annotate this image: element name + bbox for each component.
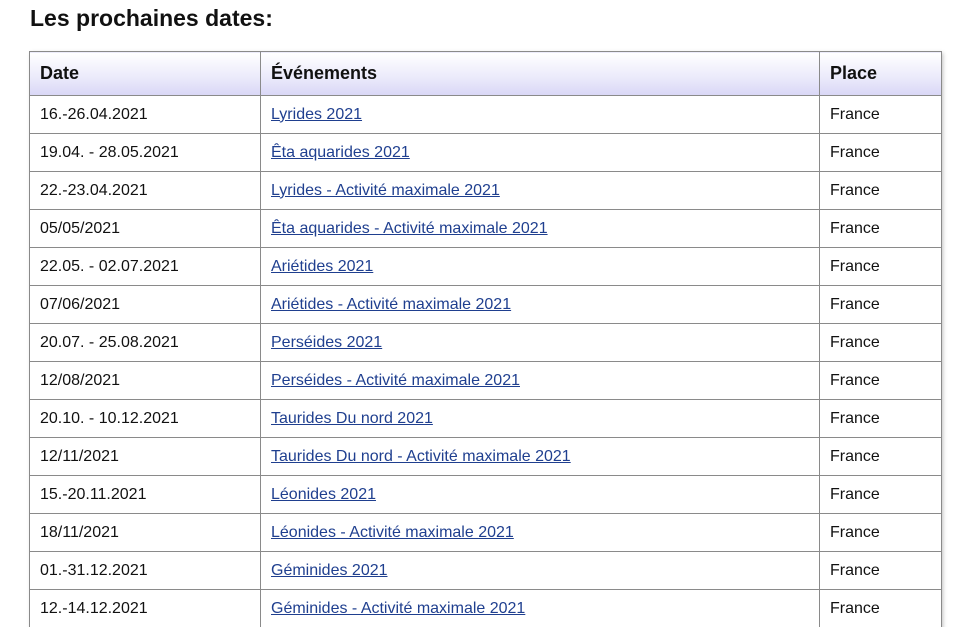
event-place-cell: France (819, 209, 942, 248)
table-row: 12.-14.12.2021 Géminides - Activité maxim… (29, 589, 942, 627)
table-row: 20.07. - 25.08.2021 Perséides 2021 France (29, 323, 942, 362)
event-name-cell: Léonides - Activité maximale 2021 (260, 513, 820, 552)
event-date-cell: 07/06/2021 (29, 285, 261, 324)
event-name-cell: Êta aquarides - Activité maximale 2021 (260, 209, 820, 248)
event-place-cell: France (819, 361, 942, 400)
event-date-cell: 16.-26.04.2021 (29, 95, 261, 134)
event-name-cell: Ariétides 2021 (260, 247, 820, 286)
event-name-cell: Êta aquarides 2021 (260, 133, 820, 172)
event-link[interactable]: Léonides - Activité maximale 2021 (271, 524, 514, 541)
page-heading: Les prochaines dates: (30, 5, 273, 31)
event-date-cell: 12/08/2021 (29, 361, 261, 400)
column-header-events: Événements (260, 51, 820, 96)
event-place-cell: France (819, 513, 942, 552)
table-row: 22.-23.04.2021 Lyrides - Activité maximal… (29, 171, 942, 210)
event-place-cell: France (819, 399, 942, 438)
events-table-container: Date Événements Place 16.-26.04.2021 Lyri… (29, 51, 942, 627)
table-row: 05/05/2021 Êta aquarides - Activité maxim… (29, 209, 942, 248)
event-place-cell: France (819, 437, 942, 476)
event-link[interactable]: Taurides Du nord - Activité maximale 202… (271, 448, 571, 465)
event-place-cell: France (819, 589, 942, 627)
event-link[interactable]: Taurides Du nord 2021 (271, 410, 433, 427)
event-date-cell: 01.-31.12.2021 (29, 551, 261, 590)
event-date-cell: 20.10. - 10.12.2021 (29, 399, 261, 438)
event-link[interactable]: Lyrides 2021 (271, 106, 362, 123)
event-link[interactable]: Ariétides - Activité maximale 2021 (271, 296, 511, 313)
event-date-cell: 22.-23.04.2021 (29, 171, 261, 210)
event-date-cell: 22.05. - 02.07.2021 (29, 247, 261, 286)
event-date-cell: 15.-20.11.2021 (29, 475, 261, 514)
event-name-cell: Lyrides 2021 (260, 95, 820, 134)
events-table-header: Date Événements Place (29, 51, 942, 96)
table-row: 07/06/2021 Ariétides - Activité maximale … (29, 285, 942, 324)
table-row: 19.04. - 28.05.2021 Êta aquarides 2021 Fra… (29, 133, 942, 172)
table-row: 18/11/2021 Léonides - Activité maximale 2… (29, 513, 942, 552)
event-link[interactable]: Perséides 2021 (271, 334, 382, 351)
event-name-cell: Perséides 2021 (260, 323, 820, 362)
event-name-cell: Lyrides - Activité maximale 2021 (260, 171, 820, 210)
event-name-cell: Taurides Du nord 2021 (260, 399, 820, 438)
table-row: 12/08/2021 Perséides - Activité maximale … (29, 361, 942, 400)
column-header-date: Date (29, 51, 261, 96)
event-place-cell: France (819, 475, 942, 514)
event-link[interactable]: Géminides 2021 (271, 562, 388, 579)
event-name-cell: Géminides 2021 (260, 551, 820, 590)
event-link[interactable]: Ariétides 2021 (271, 258, 373, 275)
event-link[interactable]: Géminides - Activité maximale 2021 (271, 600, 525, 617)
table-row: 01.-31.12.2021 Géminides 2021 France (29, 551, 942, 590)
event-place-cell: France (819, 551, 942, 590)
event-name-cell: Perséides - Activité maximale 2021 (260, 361, 820, 400)
event-date-cell: 12.-14.12.2021 (29, 589, 261, 627)
event-place-cell: France (819, 285, 942, 324)
event-place-cell: France (819, 323, 942, 362)
event-date-cell: 18/11/2021 (29, 513, 261, 552)
event-place-cell: France (819, 133, 942, 172)
event-name-cell: Géminides - Activité maximale 2021 (260, 589, 820, 627)
event-name-cell: Léonides 2021 (260, 475, 820, 514)
event-link[interactable]: Léonides 2021 (271, 486, 376, 503)
page: Les prochaines dates: Date Événements Pl… (0, 0, 958, 627)
event-place-cell: France (819, 95, 942, 134)
event-name-cell: Taurides Du nord - Activité maximale 202… (260, 437, 820, 476)
header-row: Date Événements Place (29, 51, 942, 96)
events-table-body: 16.-26.04.2021 Lyrides 2021 France 19.04. -… (29, 95, 942, 627)
event-link[interactable]: Êta aquarides 2021 (271, 144, 410, 161)
table-row: 12/11/2021 Taurides Du nord - Activité ma… (29, 437, 942, 476)
event-date-cell: 12/11/2021 (29, 437, 261, 476)
column-header-place: Place (819, 51, 942, 96)
table-row: 16.-26.04.2021 Lyrides 2021 France (29, 95, 942, 134)
event-link[interactable]: Perséides - Activité maximale 2021 (271, 372, 520, 389)
table-row: 20.10. - 10.12.2021 Taurides Du nord 2021… (29, 399, 942, 438)
event-date-cell: 19.04. - 28.05.2021 (29, 133, 261, 172)
event-date-cell: 20.07. - 25.08.2021 (29, 323, 261, 362)
table-row: 22.05. - 02.07.2021 Ariétides 2021 France (29, 247, 942, 286)
events-table: Date Événements Place 16.-26.04.2021 Lyri… (29, 51, 942, 627)
event-place-cell: France (819, 171, 942, 210)
event-place-cell: France (819, 247, 942, 286)
table-row: 15.-20.11.2021 Léonides 2021 France (29, 475, 942, 514)
event-name-cell: Ariétides - Activité maximale 2021 (260, 285, 820, 324)
event-date-cell: 05/05/2021 (29, 209, 261, 248)
event-link[interactable]: Lyrides - Activité maximale 2021 (271, 182, 500, 199)
event-link[interactable]: Êta aquarides - Activité maximale 2021 (271, 220, 548, 237)
